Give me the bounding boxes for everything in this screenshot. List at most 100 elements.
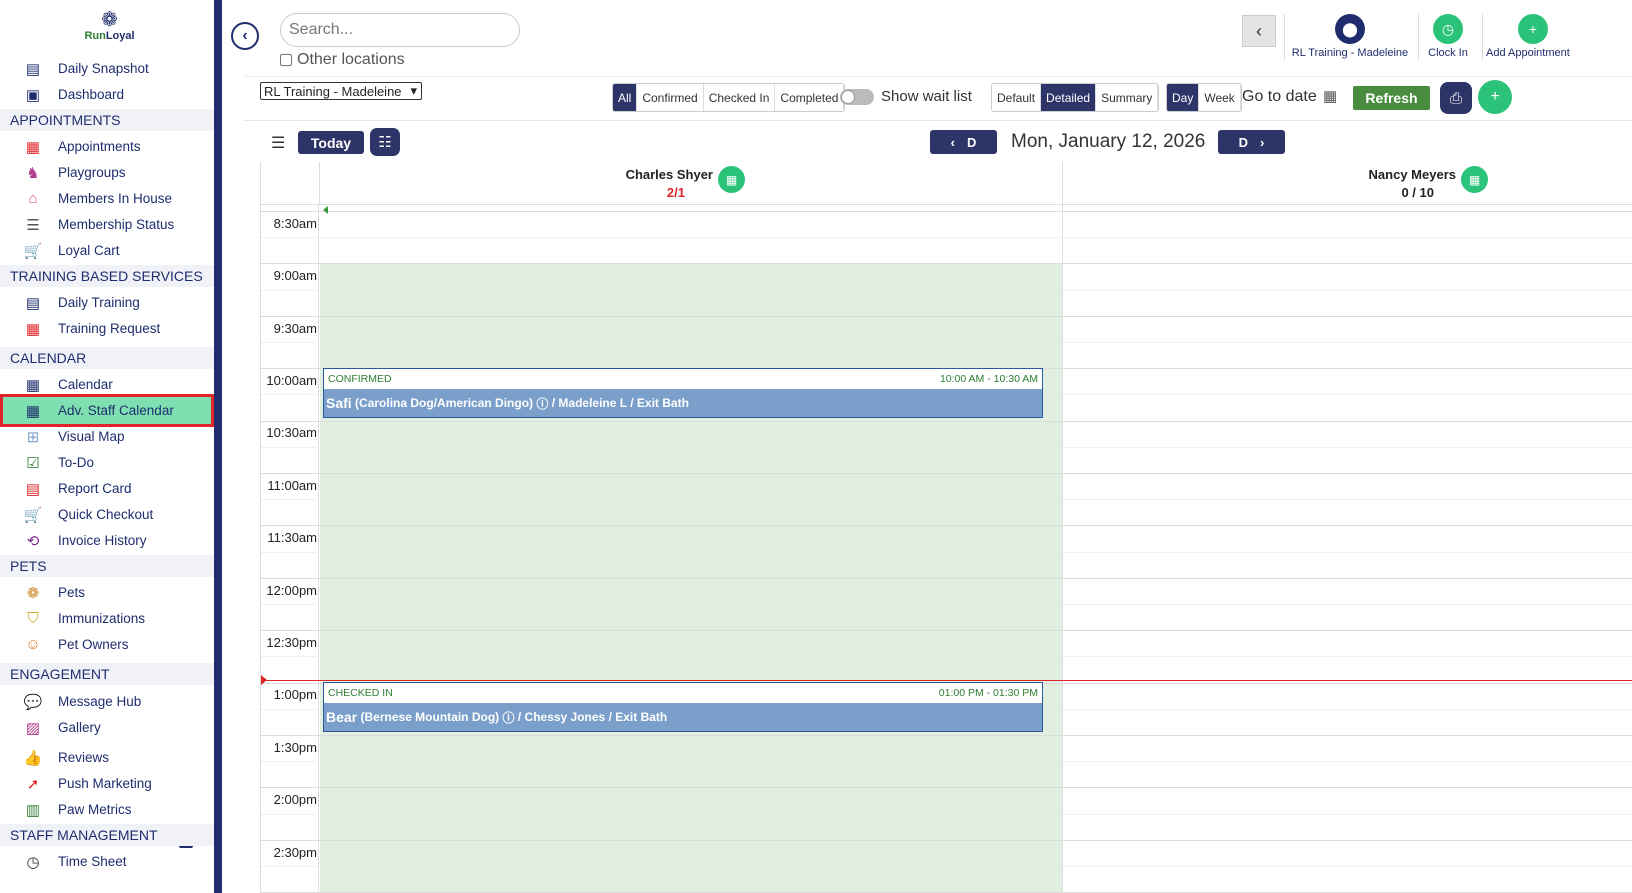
calendar-picker-icon[interactable]: ▦ xyxy=(1323,87,1337,105)
runloyal-logo[interactable]: ❁ RunLoyal xyxy=(82,10,137,42)
clock-in-button[interactable]: ◷ Clock In xyxy=(1422,14,1474,59)
pet-name: Bear xyxy=(326,709,358,725)
sidebar-item-quick-checkout[interactable]: 🛒 Quick Checkout xyxy=(0,501,214,528)
appointment-time: 10:00 AM - 10:30 AM xyxy=(939,373,1038,385)
column-divider xyxy=(1062,162,1063,893)
filter-checked-in[interactable]: Checked In xyxy=(703,84,776,111)
divider xyxy=(1418,14,1419,60)
bar-chart-icon: ▥ xyxy=(25,801,41,819)
sidebar-item-gallery[interactable]: ▨ Gallery xyxy=(0,714,214,741)
time-label: 12:00pm xyxy=(266,583,317,598)
appointment-details: / Madeleine L / Exit Bath xyxy=(551,396,689,410)
sidebar-item-members-in-house[interactable]: ⌂ Members In House xyxy=(0,185,214,212)
grid-row-line xyxy=(261,263,1632,264)
location-button[interactable]: ⬤ RL Training - Madeleine xyxy=(1290,14,1410,59)
divider xyxy=(1284,14,1285,60)
filter-completed[interactable]: Completed xyxy=(775,84,845,111)
staff-calendar-icon[interactable]: ▦ xyxy=(718,166,745,193)
range-day[interactable]: Day xyxy=(1167,84,1200,111)
section-calendar: CALENDAR xyxy=(0,347,214,369)
staff-calendar-icon[interactable]: ▦ xyxy=(1461,166,1488,193)
today-button[interactable]: Today xyxy=(298,131,364,154)
appointment-card[interactable]: CONFIRMED 10:00 AM - 10:30 AM Safi (Carol… xyxy=(323,368,1043,418)
add-calendar-button[interactable]: + xyxy=(1478,80,1512,114)
sidebar-item-pet-owners[interactable]: ☺ Pet Owners xyxy=(0,631,214,658)
sidebar-item-report-card[interactable]: ▤ Report Card xyxy=(0,475,214,502)
wait-list-toggle[interactable] xyxy=(840,89,874,105)
grid-row-line xyxy=(261,499,1632,500)
status-filter-group: All Confirmed Checked In Completed xyxy=(612,83,846,112)
view-detailed[interactable]: Detailed xyxy=(1041,84,1097,111)
refresh-button[interactable]: Refresh xyxy=(1353,86,1430,110)
chevron-left-icon: ‹ xyxy=(242,27,248,44)
staff-name: Charles Shyer xyxy=(625,167,713,182)
grid-row-line xyxy=(261,604,1632,605)
back-button[interactable]: ‹ xyxy=(1242,15,1276,47)
print-button[interactable]: ⎙ xyxy=(1440,82,1472,114)
view-default[interactable]: Default xyxy=(992,84,1042,111)
checkbox-box[interactable] xyxy=(280,54,292,66)
prev-day-button[interactable]: ‹ D xyxy=(930,130,997,154)
time-label: 1:30pm xyxy=(273,740,317,755)
time-column: 8:30am 9:00am 9:30am 10:00am 10:30am 11:… xyxy=(261,205,319,893)
location-select[interactable]: RL Training - Madeleine ▾ xyxy=(260,82,422,100)
filter-all[interactable]: All xyxy=(613,84,638,111)
staff-column-header: Nancy Meyers 0 / 10 ▦ xyxy=(1063,162,1632,205)
sidebar-item-membership-status[interactable]: ☰ Membership Status xyxy=(0,211,214,238)
chevron-down-icon: ▾ xyxy=(410,83,417,98)
grid-row-line xyxy=(261,735,1632,736)
sidebar-item-to-do[interactable]: ☑ To-Do xyxy=(0,449,214,476)
staff-count: 0 / 10 xyxy=(1401,185,1434,200)
search-input[interactable]: Search... xyxy=(280,13,520,47)
range-mode-group: Day Week xyxy=(1166,83,1242,112)
grid-row-line xyxy=(261,342,1632,343)
view-summary[interactable]: Summary xyxy=(1096,84,1159,111)
divider xyxy=(1482,14,1483,60)
grid-row-line xyxy=(261,866,1632,867)
sidebar-item-paw-metrics[interactable]: ▥ Paw Metrics xyxy=(0,796,214,823)
chat-icon: 💬 xyxy=(23,693,43,711)
time-label: 2:30pm xyxy=(273,845,317,860)
sidebar-item-daily-snapshot[interactable]: ▤ Daily Snapshot xyxy=(0,55,214,82)
add-appointment-button[interactable]: + Add Appointment xyxy=(1486,14,1576,59)
next-day-button[interactable]: D › xyxy=(1218,130,1285,154)
sidebar-item-reviews[interactable]: 👍 Reviews xyxy=(0,744,214,771)
todo-icon: ☑ xyxy=(26,454,40,472)
thumbs-up-icon: 👍 xyxy=(23,749,43,767)
calendar-icon: ▦ xyxy=(25,376,41,394)
sidebar-item-visual-map[interactable]: ⊞ Visual Map xyxy=(0,423,214,450)
sidebar-item-pets[interactable]: ❁ Pets xyxy=(0,579,214,606)
main-area: ‹ Search... Other locations ‹ ⬤ RL Traini… xyxy=(222,0,1632,893)
filter-confirmed[interactable]: Confirmed xyxy=(637,84,704,111)
today-icon: ▤ xyxy=(25,60,41,78)
clock-icon: ◷ xyxy=(26,853,40,871)
appointment-status: CONFIRMED xyxy=(328,373,392,385)
other-locations-checkbox[interactable]: Other locations xyxy=(280,51,405,69)
grid-row-line xyxy=(261,656,1632,657)
info-icon[interactable]: ⓘ xyxy=(536,395,548,412)
sidebar-item-appointments[interactable]: ▦ Appointments xyxy=(0,133,214,160)
range-week[interactable]: Week xyxy=(1199,84,1241,111)
menu-icon[interactable]: ☰ xyxy=(271,136,287,152)
sidebar-item-daily-training[interactable]: ▤ Daily Training xyxy=(0,289,214,316)
go-to-date-label[interactable]: Go to date xyxy=(1242,88,1317,106)
sidebar-item-playgroups[interactable]: ♞ Playgroups xyxy=(0,159,214,186)
grid-row-line xyxy=(261,447,1632,448)
section-training: TRAINING BASED SERVICES xyxy=(0,265,214,287)
sidebar-item-loyal-cart[interactable]: 🛒 Loyal Cart xyxy=(0,237,214,264)
sidebar-item-time-sheet[interactable]: ◷ Time Sheet xyxy=(0,848,214,875)
sidebar-item-invoice-history[interactable]: ⟲ Invoice History xyxy=(0,527,214,554)
sidebar-item-push-marketing[interactable]: ➚ Push Marketing xyxy=(0,770,214,797)
pet-name: Safi xyxy=(326,395,352,411)
grid-row-line xyxy=(261,578,1632,579)
brand-loyal: Loyal xyxy=(105,30,135,42)
sidebar-item-dashboard[interactable]: ▣ Dashboard xyxy=(0,81,214,108)
sidebar-item-training-request[interactable]: ▦ Training Request xyxy=(0,315,214,342)
list-icon: ☷ xyxy=(378,134,392,151)
appointment-card[interactable]: CHECKED IN 01:00 PM - 01:30 PM Bear (Bern… xyxy=(323,682,1043,732)
collapse-sidebar-button[interactable]: ‹ xyxy=(231,22,259,50)
info-icon[interactable]: ⓘ xyxy=(503,709,515,726)
sidebar-item-message-hub[interactable]: 💬 Message Hub xyxy=(0,688,214,715)
list-view-button[interactable]: ☷ xyxy=(370,128,400,156)
sidebar-item-immunizations[interactable]: ⛉ Immunizations xyxy=(0,605,214,632)
